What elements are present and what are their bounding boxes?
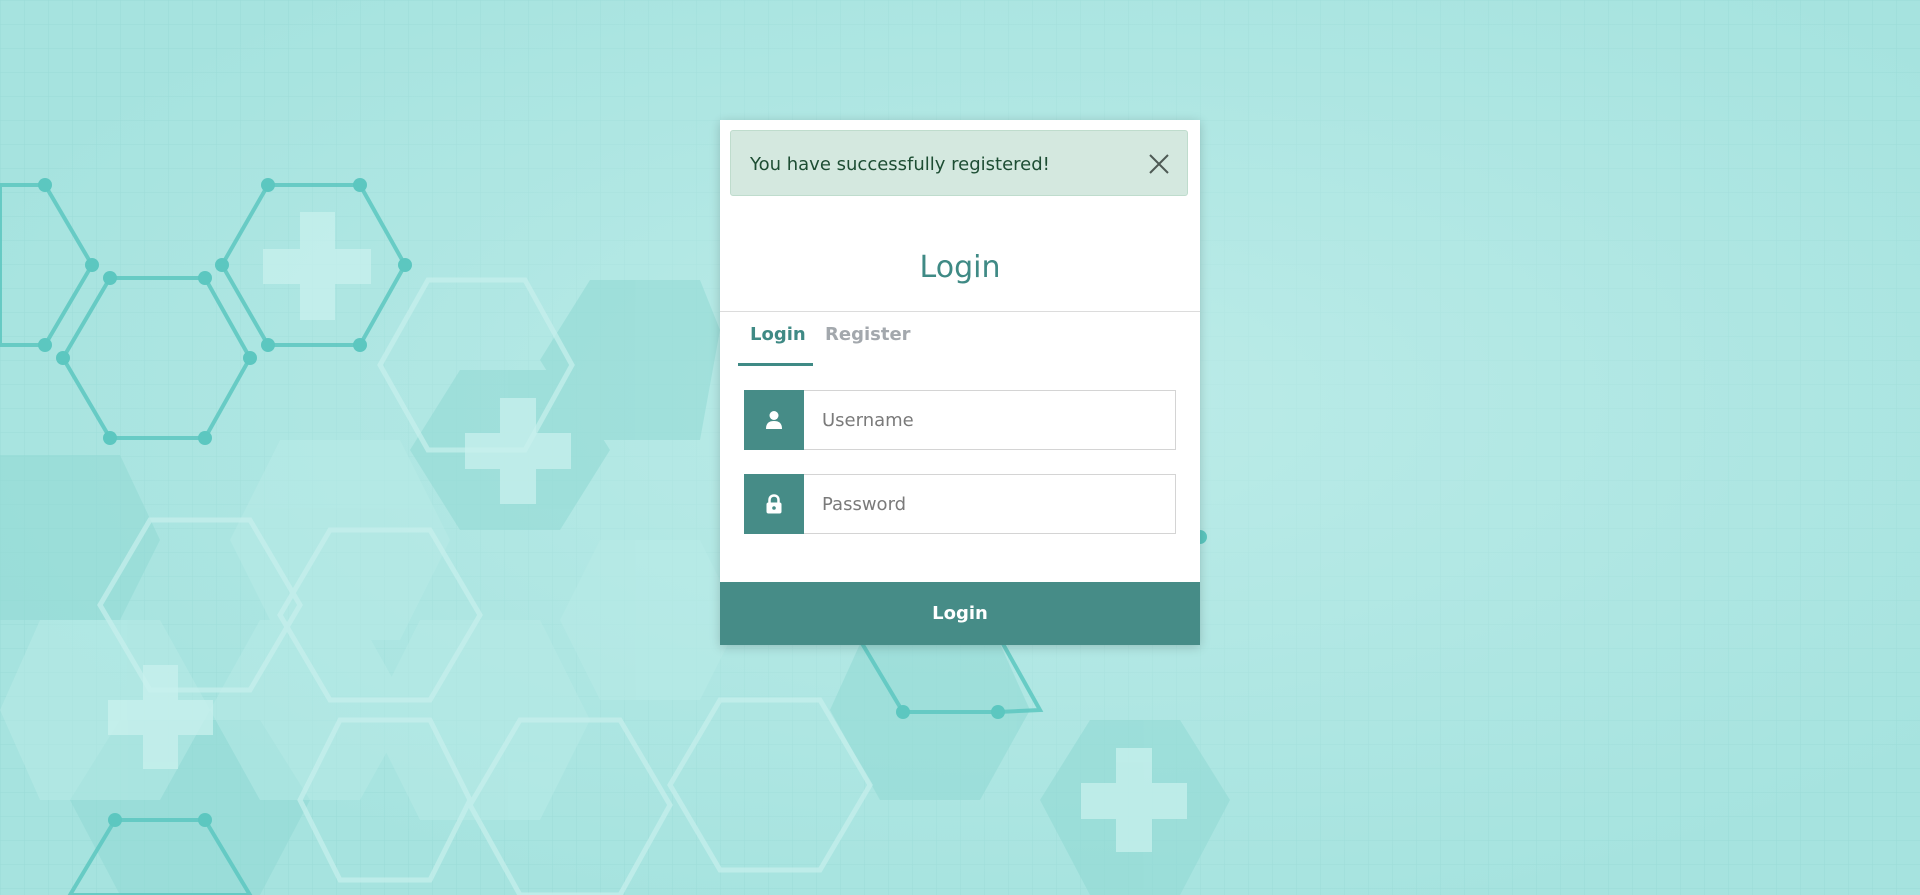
password-field-group [744, 474, 1176, 534]
success-alert: You have successfully registered! [730, 130, 1188, 196]
username-input[interactable] [804, 390, 1176, 450]
tab-login[interactable]: Login [750, 324, 806, 345]
login-card: You have successfully registered! Login … [720, 120, 1200, 645]
active-tab-indicator [738, 363, 813, 366]
close-icon[interactable] [1147, 152, 1171, 176]
username-field-group [744, 390, 1176, 450]
page-title: Login [919, 250, 1001, 285]
user-icon [744, 390, 804, 450]
password-input[interactable] [804, 474, 1176, 534]
login-button[interactable]: Login [720, 582, 1200, 645]
divider [720, 311, 1200, 312]
tab-register[interactable]: Register [825, 324, 911, 345]
alert-message: You have successfully registered! [750, 154, 1050, 175]
lock-icon [744, 474, 804, 534]
